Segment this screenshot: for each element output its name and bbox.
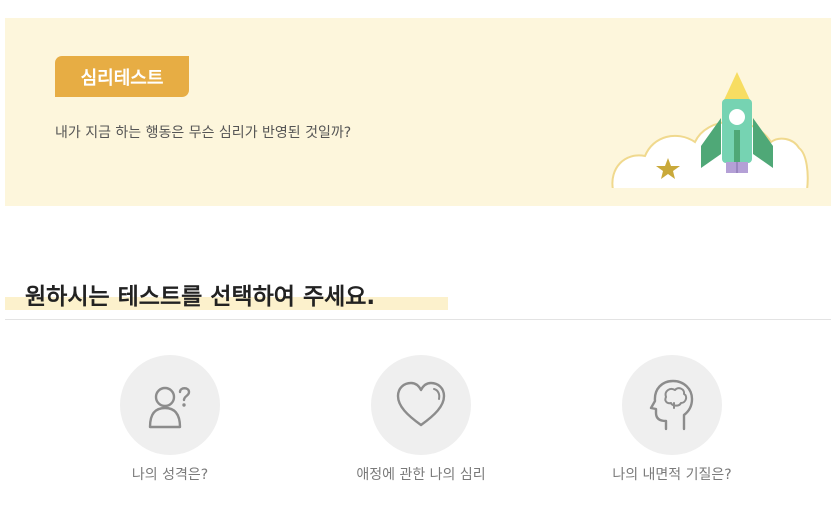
banner-subtitle: 내가 지금 하는 행동은 무슨 심리가 반영된 것일까?	[55, 125, 352, 141]
banner-badge: 심리테스트	[55, 56, 189, 97]
heart-icon	[396, 381, 446, 427]
test-item-temperament[interactable]: 나의 내면적 기질은?	[572, 355, 772, 490]
head-brain-icon	[649, 379, 694, 431]
rocket-icon	[611, 72, 809, 192]
test-label: 나의 성격은?	[131, 467, 209, 483]
test-label: 애정에 관한 나의 심리	[356, 467, 486, 483]
page-title: 원하시는 테스트를 선택하여 주세요.	[25, 284, 376, 310]
test-item-personality[interactable]: 나의 성격은?	[70, 355, 270, 490]
test-icon-circle	[371, 355, 471, 455]
divider	[5, 319, 831, 320]
test-item-love[interactable]: 애정에 관한 나의 심리	[321, 355, 521, 490]
person-question-icon	[148, 386, 191, 429]
section-heading: 원하시는 테스트를 선택하여 주세요.	[5, 272, 465, 316]
banner: 심리테스트 내가 지금 하는 행동은 무슨 심리가 반영된 것일까?	[5, 18, 831, 206]
test-icon-circle	[120, 355, 220, 455]
test-icon-circle	[622, 355, 722, 455]
test-label: 나의 내면적 기질은?	[612, 467, 732, 483]
